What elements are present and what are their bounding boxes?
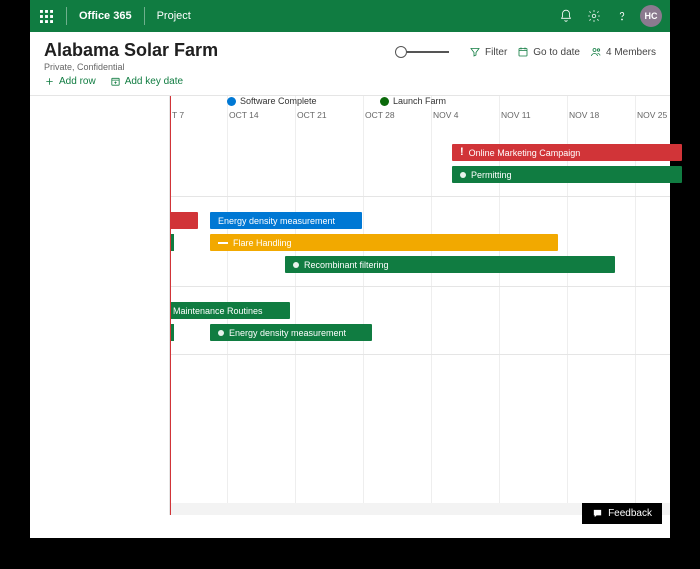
task-label: Recombinant filtering: [304, 260, 389, 270]
task-bar[interactable]: Energy density measurement: [210, 324, 372, 341]
members-button[interactable]: 4 Members: [590, 46, 656, 58]
feedback-label: Feedback: [608, 508, 652, 519]
add-key-date-label: Add key date: [125, 76, 183, 87]
date-label: NOV 4: [431, 110, 499, 126]
group-column: [30, 96, 170, 515]
help-icon[interactable]: [608, 0, 636, 32]
date-label: NOV 25: [635, 110, 700, 126]
task-dash-icon: [218, 242, 228, 244]
task-bar[interactable]: Recombinant filtering: [285, 256, 615, 273]
date-label: OCT 21: [295, 110, 363, 126]
milestone[interactable]: Launch Farm: [380, 96, 446, 106]
task-bar[interactable]: Permitting: [452, 166, 682, 183]
task-status-icon: [218, 330, 224, 336]
today-line: [170, 96, 171, 515]
go-to-date-label: Go to date: [533, 47, 580, 58]
milestone-dot-icon: [227, 97, 236, 106]
feedback-button[interactable]: Feedback: [582, 503, 662, 524]
settings-icon[interactable]: [580, 0, 608, 32]
task-bar[interactable]: Energy density measurement: [210, 212, 362, 229]
add-row-label: Add row: [59, 76, 96, 87]
brand-label: Office 365: [71, 10, 140, 22]
milestone-label: Launch Farm: [393, 96, 446, 106]
filter-label: Filter: [485, 47, 507, 58]
date-label: T 7: [170, 110, 227, 126]
members-label: 4 Members: [606, 47, 656, 58]
app-label: Project: [149, 10, 199, 22]
task-status-icon: [293, 262, 299, 268]
add-key-date-button[interactable]: Add key date: [110, 76, 183, 87]
task-label: Permitting: [471, 170, 512, 180]
add-row-button[interactable]: Add row: [44, 76, 96, 87]
date-label: OCT 28: [363, 110, 431, 126]
date-label: OCT 14: [227, 110, 295, 126]
task-label: Online Marketing Campaign: [469, 148, 581, 158]
task-bar[interactable]: ! Online Marketing Campaign: [452, 144, 682, 161]
go-to-date-button[interactable]: Go to date: [517, 46, 580, 58]
milestone-label: Software Complete: [240, 96, 317, 106]
task-label: Energy density measurement: [229, 328, 346, 338]
project-subtitle: Private, Confidential: [44, 62, 218, 72]
user-avatar[interactable]: HC: [640, 5, 662, 27]
header-divider: [144, 7, 145, 25]
task-bar[interactable]: Flare Handling: [210, 234, 558, 251]
header-divider: [66, 7, 67, 25]
task-status-icon: [460, 172, 466, 178]
filter-button[interactable]: Filter: [469, 46, 507, 58]
milestone[interactable]: Software Complete: [227, 96, 317, 106]
project-title: Alabama Solar Farm: [44, 40, 218, 61]
notifications-icon[interactable]: [552, 0, 580, 32]
app-launcher-icon[interactable]: [30, 0, 62, 32]
date-label: NOV 18: [567, 110, 635, 126]
milestone-dot-icon: [380, 97, 389, 106]
task-label: Energy density measurement: [218, 216, 335, 226]
date-label: NOV 11: [499, 110, 567, 126]
task-label: Maintenance Routines: [173, 306, 263, 316]
zoom-slider[interactable]: [395, 46, 449, 58]
task-warning-icon: !: [460, 147, 464, 158]
task-label: Flare Handling: [233, 238, 292, 248]
task-bar[interactable]: Maintenance Routines: [165, 302, 290, 319]
